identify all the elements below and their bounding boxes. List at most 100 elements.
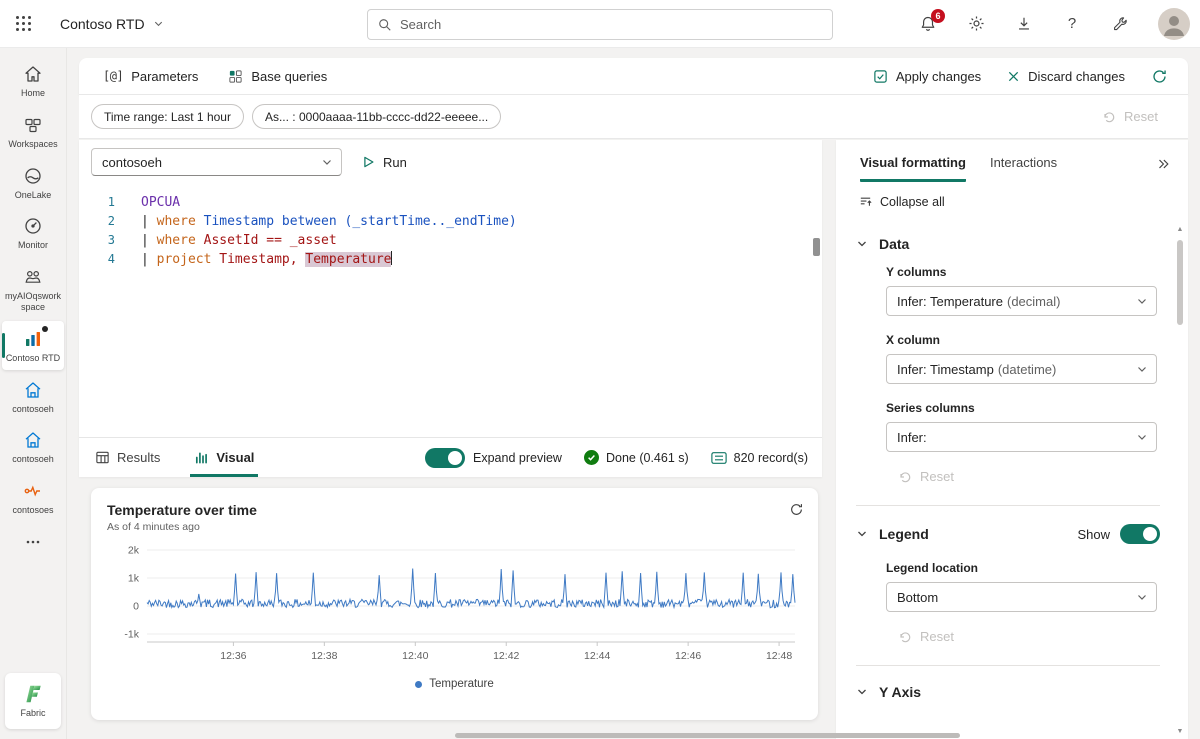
sidebar-item-home[interactable]: Home [2,56,64,105]
waffle-menu-icon[interactable] [0,0,46,48]
workspace-icon [22,266,44,288]
legend-reset-label: Reset [920,629,954,644]
legend-location-dropdown[interactable]: Bottom [886,582,1157,612]
parameters-icon: [@] [103,69,123,83]
collapse-panel-icon[interactable] [1156,157,1170,171]
chevron-down-icon [1136,363,1148,375]
sidebar: Home WorkspacesOneLakeMonitormyAIOqsworks… [0,48,67,739]
done-check-icon [584,450,599,465]
collapse-all-icon [858,194,873,209]
eventhouse-icon [22,379,44,401]
section-data-header[interactable]: Data [836,236,1188,252]
sidebar-item-contoso-rtd[interactable]: Contoso RTD [2,321,64,370]
tab-visual[interactable]: Visual [190,438,258,477]
line-number: 3 [79,231,115,250]
horizontal-scrollbar[interactable] [67,732,1200,739]
search-input[interactable]: Search [367,9,833,40]
scrollbar-thumb[interactable] [1177,240,1183,325]
expand-preview-toggle[interactable] [425,448,465,468]
chart-refresh-icon[interactable] [789,502,804,517]
app-title[interactable]: Contoso RTD [60,16,164,32]
discard-changes-button[interactable]: Discard changes [1007,69,1125,84]
legend-location-label: Legend location [886,561,1188,575]
apply-changes-button[interactable]: Apply changes [873,69,981,84]
sidebar-item-contosoeh[interactable]: contosoeh [2,422,64,471]
line-number: 1 [79,193,115,212]
time-range-pill[interactable]: Time range: Last 1 hour [91,104,244,129]
sidebar-item-label: contosoes [12,505,53,516]
base-queries-button[interactable]: Base queries [228,69,327,84]
parameters-button[interactable]: [@] Parameters [103,69,198,84]
chevron-down-icon [856,686,868,698]
sidebar-item-monitor[interactable]: Monitor [2,208,64,257]
workspaces-icon [22,114,44,136]
undo-icon [898,470,912,484]
refresh-button[interactable] [1151,68,1168,85]
sidebar-item-more[interactable] [2,524,64,559]
settings-gear-icon[interactable] [966,14,986,34]
undo-icon [1102,110,1116,124]
legend-reset-button[interactable]: Reset [898,629,1188,644]
status-done-label: Done (0.461 s) [606,451,689,465]
editor-scrollbar[interactable] [813,238,820,256]
query-panel: contosoeh Run 1OPCUA2| where Timestamp b… [79,140,822,739]
parameter-bar: Time range: Last 1 hour As... : 0000aaaa… [79,95,1188,139]
tools-icon[interactable] [1110,14,1130,34]
query-bar: contosoeh Run [79,140,822,184]
section-legend-header[interactable]: Legend Show [836,524,1188,544]
help-icon[interactable]: ? [1062,14,1082,34]
chevron-down-icon [321,156,333,168]
tab-results[interactable]: Results [91,438,164,477]
y-columns-label: Y columns [886,265,1188,279]
parameters-label: Parameters [131,69,198,84]
series-columns-dropdown[interactable]: Infer: [886,422,1157,452]
sidebar-item-contosoes[interactable]: contosoes [2,473,64,522]
monitor-icon [22,215,44,237]
gear-icon [967,14,986,33]
kql-editor[interactable]: 1OPCUA2| where Timestamp between (_start… [79,184,822,437]
query-status: Done (0.461 s) [584,450,689,465]
legend-series-label: Temperature [429,678,494,690]
asset-pill[interactable]: As... : 0000aaaa-11bb-cccc-dd22-eeeee... [252,104,501,129]
collapse-all-button[interactable]: Collapse all [858,194,1188,209]
svg-text:-1k: -1k [124,629,139,641]
data-reset-button[interactable]: Reset [898,469,1188,484]
sidebar-item-workspaces[interactable]: Workspaces [2,107,64,156]
refresh-icon [1151,68,1168,85]
notifications-bell-icon[interactable]: 6 [918,14,938,34]
tab-visual-formatting[interactable]: Visual formatting [860,155,966,182]
search-icon [378,18,392,32]
x-column-dropdown[interactable]: Infer: Timestamp (datetime) [886,354,1157,384]
user-avatar[interactable] [1158,8,1190,40]
panel-scrollbar[interactable]: ▲ ▼ [1174,226,1186,735]
sidebar-item-label: Home [21,88,45,99]
downloads-icon[interactable] [1014,14,1034,34]
svg-text:12:38: 12:38 [311,650,337,662]
close-icon [1007,70,1020,83]
temperature-line-chart[interactable]: 2k1k0-1k12:3612:3812:4012:4212:4412:4612… [107,540,802,668]
run-button[interactable]: Run [360,154,407,170]
database-select[interactable]: contosoeh [91,148,342,176]
time-range-pill-label: Time range: Last 1 hour [104,110,231,124]
tab-interactions[interactable]: Interactions [990,155,1057,182]
apply-changes-icon [873,69,888,84]
sidebar-item-contosoeh[interactable]: contosoeh [2,372,64,421]
section-yaxis-header[interactable]: Y Axis [836,684,1188,700]
fabric-home-button[interactable]: Fabric [5,673,61,729]
sidebar-item-onelake[interactable]: OneLake [2,158,64,207]
rtd-icon [22,328,44,350]
y-columns-value: Infer: Temperature [897,294,1003,309]
chevron-down-icon [856,238,868,250]
sidebar-item-label: contosoeh [12,454,54,465]
legend-show-toggle[interactable] [1120,524,1160,544]
editor-toolbar: [@] Parameters Base queries Apply change… [79,58,1188,95]
chevron-down-icon [153,18,164,29]
scroll-up-icon[interactable]: ▲ [1174,226,1186,233]
wrench-icon [1111,15,1129,33]
code-line: 3| where AssetId == _asset [79,231,822,250]
sidebar-item-myaioqsworkspace[interactable]: myAIOqsworkspace [2,259,64,319]
filters-reset-button[interactable]: Reset [1102,109,1158,124]
horizontal-scrollbar-thumb[interactable] [455,733,960,738]
y-columns-dropdown[interactable]: Infer: Temperature (decimal) [886,286,1157,316]
legend-dot [415,681,422,688]
